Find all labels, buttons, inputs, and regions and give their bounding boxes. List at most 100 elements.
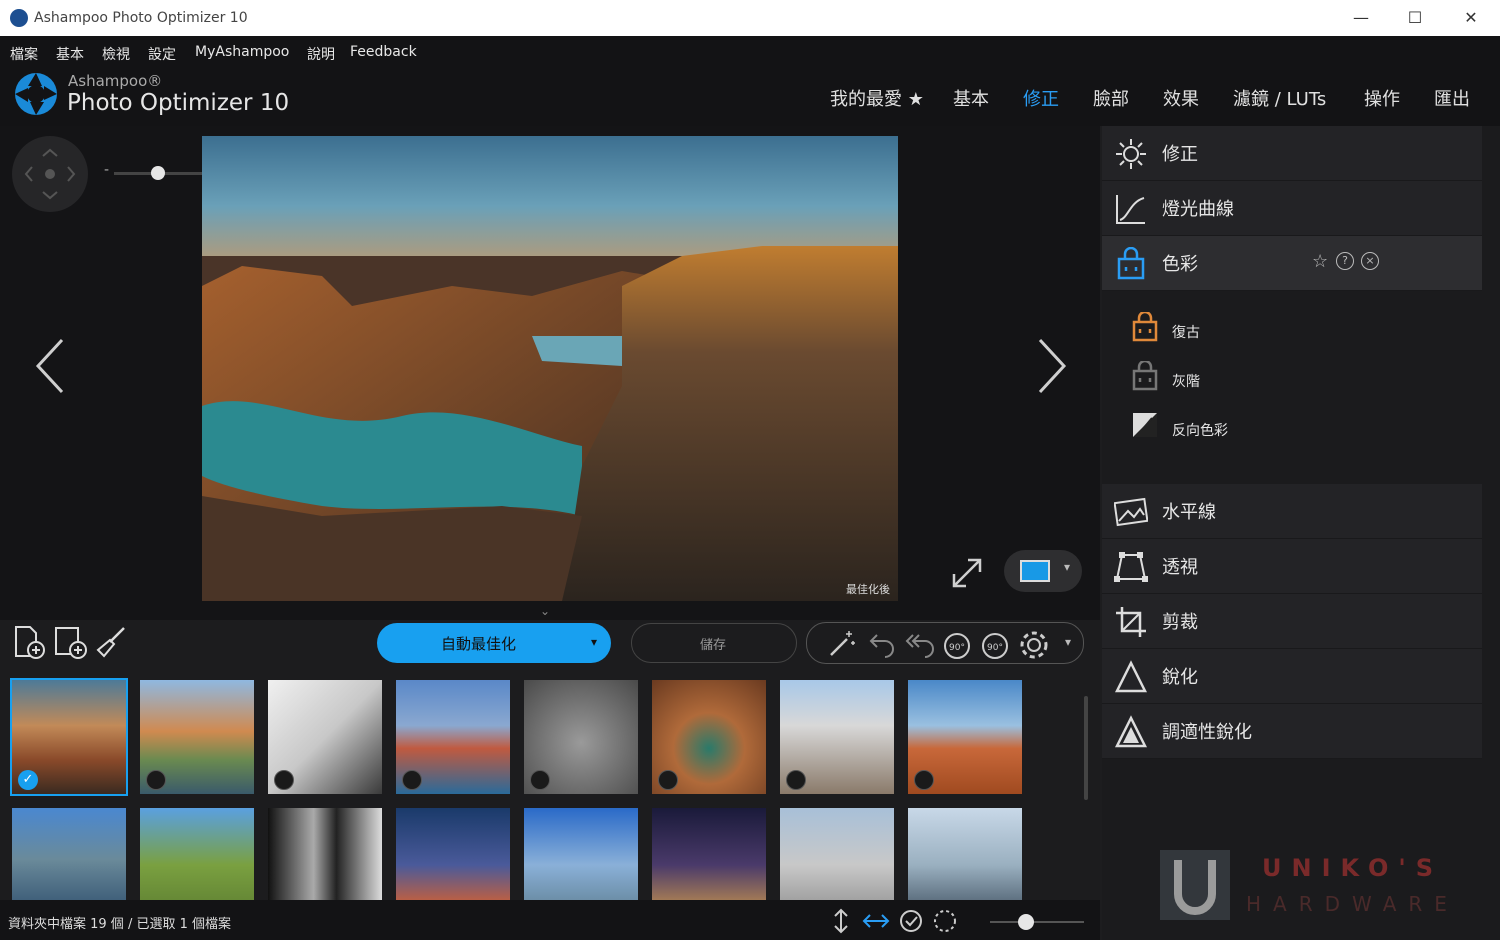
photo-caption: 最佳化後 [846, 583, 890, 596]
tab-effects[interactable]: 效果 [1163, 85, 1199, 111]
next-arrow-icon[interactable] [1032, 336, 1072, 396]
thumbnail[interactable] [524, 808, 638, 900]
undo-icon[interactable] [867, 629, 897, 659]
tool-adaptive-sharpen-label: 調適性銳化 [1162, 722, 1252, 743]
menu-view[interactable]: 檢視 [102, 44, 130, 64]
magic-wand-icon[interactable] [827, 629, 857, 659]
status-bar: 資料夾中檔案 19 個 / 已選取 1 個檔案 [0, 900, 1100, 940]
tab-correction[interactable]: 修正 [1023, 85, 1059, 111]
rotate-right-icon[interactable]: 90° [979, 629, 1011, 661]
maximize-icon[interactable]: ☐ [1392, 4, 1438, 32]
zoom-slider-handle[interactable] [151, 166, 165, 180]
tool-correction-label: 修正 [1162, 144, 1198, 165]
tool-crop[interactable]: 剪裁 [1102, 594, 1482, 649]
select-circle-icon[interactable] [146, 770, 166, 790]
thumbnail-selected[interactable]: ✓ [10, 678, 128, 796]
subtool-grayscale[interactable]: 灰階 [1130, 359, 1200, 401]
undo-all-icon[interactable] [903, 629, 935, 659]
select-circle-icon[interactable] [530, 770, 550, 790]
menu-help[interactable]: 說明 [307, 44, 335, 64]
thumbnail-scrollbar[interactable] [1084, 696, 1088, 800]
chevron-down-icon[interactable]: ▾ [1065, 635, 1071, 649]
tool-adaptive-sharpen[interactable]: 調適性銳化 [1102, 704, 1482, 759]
tool-sharpen[interactable]: 銳化 [1102, 649, 1482, 704]
thumbnail[interactable] [780, 680, 894, 794]
tool-color[interactable]: 色彩 ☆ ? × [1102, 236, 1482, 291]
menu-file[interactable]: 檔案 [10, 44, 38, 64]
tool-light-curve[interactable]: 燈光曲線 [1102, 181, 1482, 236]
select-circle-icon[interactable] [658, 770, 678, 790]
thumbnail-size-handle[interactable] [1018, 914, 1034, 930]
thumbnail[interactable] [652, 808, 766, 900]
window-titlebar: Ashampoo Photo Optimizer 10 — ☐ ✕ [0, 0, 1500, 36]
thumbnail[interactable] [12, 808, 126, 900]
thumbnail[interactable] [140, 680, 254, 794]
thumbnail[interactable] [908, 680, 1022, 794]
auto-optimize-button[interactable]: 自動最佳化 ▾ [377, 623, 611, 663]
menu-myashampoo[interactable]: MyAshampoo [195, 44, 289, 60]
select-circle-icon[interactable] [914, 770, 934, 790]
subtool-vintage-label: 復古 [1172, 325, 1200, 341]
tool-correction[interactable]: 修正 [1102, 126, 1482, 181]
tab-filters[interactable]: 濾鏡 / LUTs [1233, 85, 1326, 111]
close-icon[interactable]: ✕ [1448, 4, 1494, 32]
menu-settings[interactable]: 設定 [148, 44, 176, 64]
help-icon[interactable]: ? [1336, 252, 1354, 270]
select-all-icon[interactable] [898, 908, 924, 934]
main-photo: 最佳化後 [202, 136, 898, 601]
tab-face[interactable]: 臉部 [1093, 85, 1129, 111]
favorite-star-icon[interactable]: ☆ [1312, 251, 1328, 272]
tab-basic[interactable]: 基本 [953, 85, 989, 111]
tab-export[interactable]: 匯出 [1434, 85, 1470, 111]
tool-perspective-label: 透視 [1162, 557, 1198, 578]
select-circle-icon[interactable] [786, 770, 806, 790]
zoom-minus[interactable]: - [104, 162, 109, 178]
thumbnail[interactable] [396, 808, 510, 900]
fullscreen-icon[interactable] [950, 556, 984, 590]
horizontal-layout-icon[interactable] [862, 910, 890, 932]
tab-operations[interactable]: 操作 [1364, 85, 1400, 111]
save-button[interactable]: 儲存 [631, 623, 797, 663]
tool-horizon[interactable]: 水平線 [1102, 484, 1482, 539]
thumbnail-size-slider[interactable] [990, 921, 1084, 923]
horizon-icon [1114, 497, 1148, 527]
clear-brush-icon[interactable] [94, 624, 130, 660]
checkmark-icon[interactable]: ✓ [18, 770, 38, 790]
tab-favorites[interactable]: 我的最愛 ★ [830, 85, 924, 111]
app-icon [10, 9, 28, 27]
add-file-icon[interactable] [10, 624, 46, 660]
subtool-vintage[interactable]: 復古 [1130, 310, 1200, 352]
thumbnail[interactable] [524, 680, 638, 794]
single-view-icon [1020, 560, 1050, 582]
crop-icon [1116, 607, 1146, 637]
menu-basic[interactable]: 基本 [56, 44, 84, 64]
brand-title: Photo Optimizer 10 [67, 90, 290, 116]
pan-arrows-icon [24, 148, 76, 200]
minimize-icon[interactable]: — [1338, 4, 1384, 32]
select-circle-icon[interactable] [274, 770, 294, 790]
thumbnail[interactable] [908, 808, 1022, 900]
collapse-chevron-icon[interactable]: ⌄ [540, 604, 550, 618]
previous-arrow-icon[interactable] [30, 336, 70, 396]
thumbnail[interactable] [396, 680, 510, 794]
thumbnail[interactable] [652, 680, 766, 794]
brand-small: Ashampoo® [68, 72, 163, 90]
sharpen-icon [1114, 660, 1148, 693]
select-circle-icon[interactable] [402, 770, 422, 790]
tool-perspective[interactable]: 透視 [1102, 539, 1482, 594]
thumbnail[interactable] [268, 808, 382, 900]
deselect-icon[interactable] [932, 908, 958, 934]
subtool-invert[interactable]: 反向色彩 [1130, 410, 1228, 450]
gear-icon[interactable] [1017, 628, 1051, 662]
watermark-line1: UNIKO'S [1262, 854, 1444, 882]
pan-control[interactable] [12, 136, 88, 212]
compare-view-button[interactable]: ▾ [1004, 550, 1082, 592]
rotate-left-icon[interactable]: 90° [941, 629, 973, 661]
remove-icon[interactable]: × [1361, 252, 1379, 270]
vertical-layout-icon[interactable] [830, 908, 852, 934]
menu-feedback[interactable]: Feedback [350, 44, 417, 60]
thumbnail[interactable] [268, 680, 382, 794]
thumbnail[interactable] [140, 808, 254, 900]
thumbnail[interactable] [780, 808, 894, 900]
add-folder-icon[interactable] [52, 624, 88, 660]
